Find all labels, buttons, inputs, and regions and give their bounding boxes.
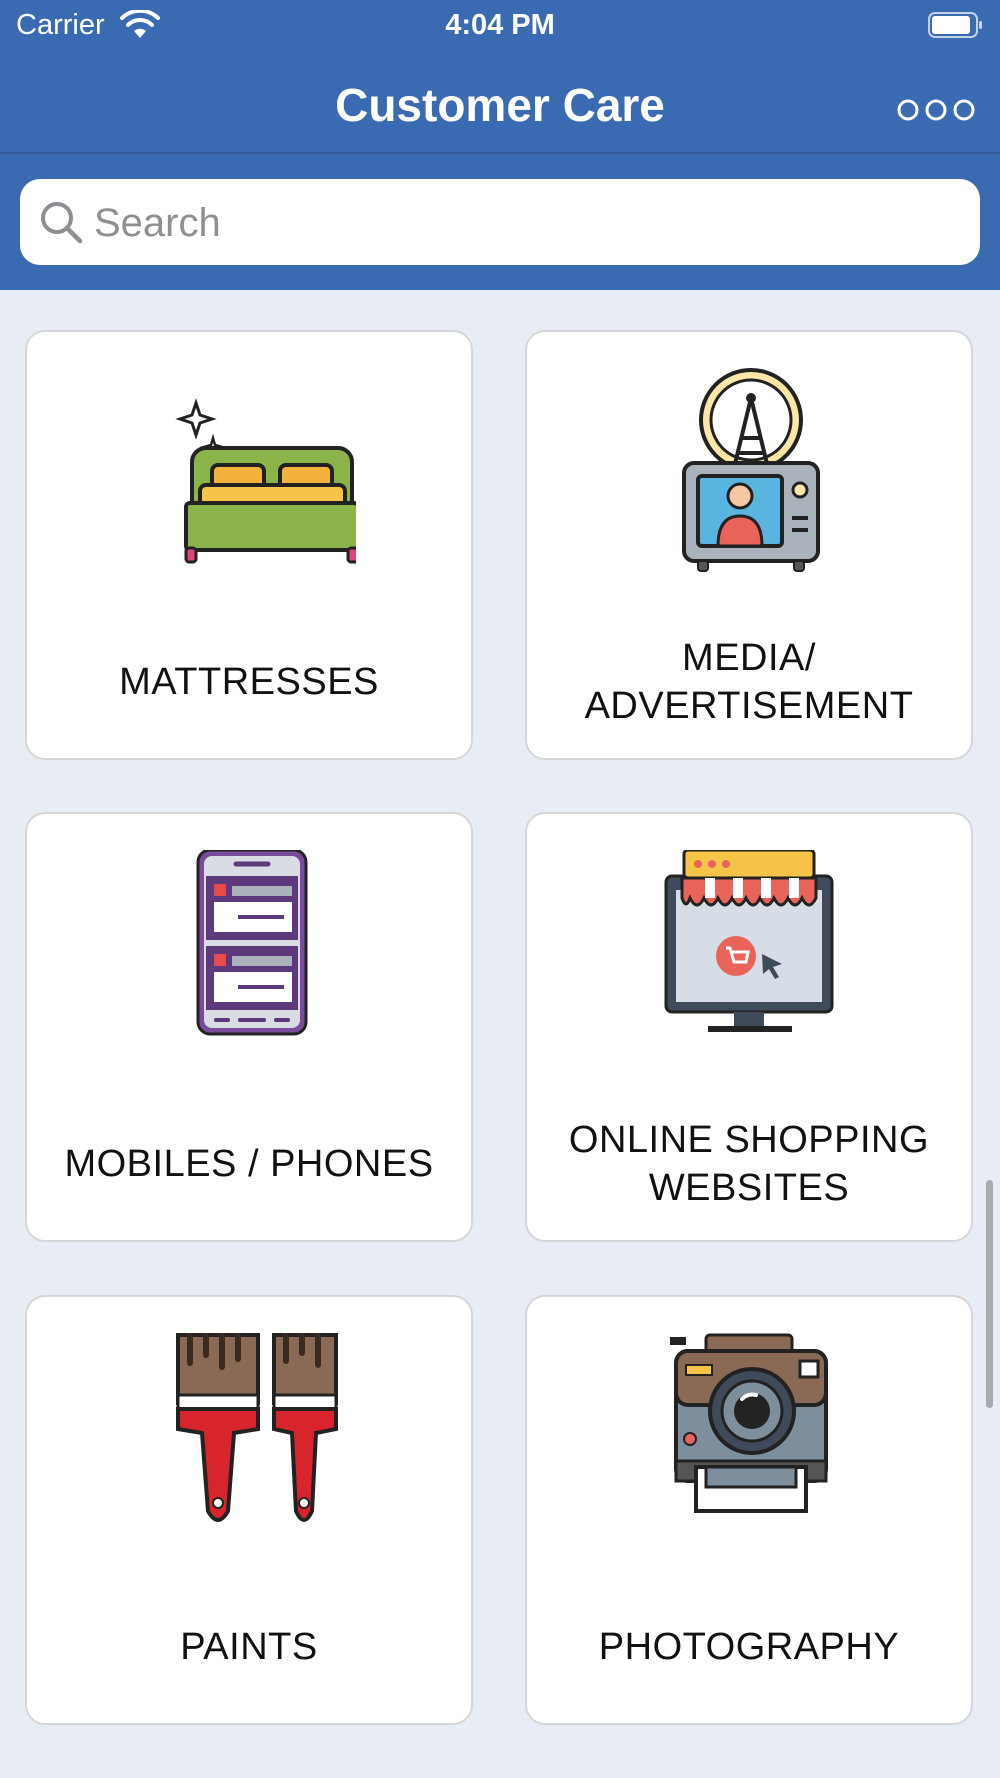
category-tile-paints[interactable]: PAINTS — [25, 1295, 473, 1725]
search-bar[interactable] — [20, 179, 980, 265]
paint-brushes-icon — [176, 1333, 338, 1522]
scroll-indicator[interactable] — [986, 1180, 993, 1408]
category-label: PHOTOGRAPHY — [598, 1626, 900, 1668]
category-tile-online-shopping[interactable]: ONLINE SHOPPING WEBSITES — [525, 812, 973, 1242]
category-tile-photography[interactable]: PHOTOGRAPHY — [525, 1295, 973, 1725]
category-label: PAINTS — [180, 1626, 318, 1668]
category-tile-mattresses[interactable]: MATTRESSES — [25, 330, 473, 760]
search-icon — [41, 202, 83, 244]
more-options-icon[interactable] — [896, 88, 976, 132]
status-bar: Carrier 4:04 PM — [0, 0, 1000, 50]
online-store-icon — [664, 850, 834, 1032]
page-title: Customer Care — [335, 79, 665, 131]
header: Carrier 4:04 PM Customer Care — [0, 0, 1000, 290]
mobile-phone-icon — [196, 850, 308, 1036]
category-label: ONLINE SHOPPING WEBSITES — [568, 1119, 930, 1209]
navigation-bar: Customer Care — [0, 60, 1000, 154]
category-tile-mobiles-phones[interactable]: MOBILES / PHONES — [25, 812, 473, 1242]
category-label: MATTRESSES — [119, 661, 379, 703]
status-time: 4:04 PM — [445, 9, 555, 41]
category-label: MEDIA/ ADVERTISEMENT — [584, 637, 914, 727]
battery-icon — [928, 12, 982, 38]
category-tile-media-advertisement[interactable]: MEDIA/ ADVERTISEMENT — [525, 330, 973, 760]
search-input[interactable] — [92, 193, 956, 253]
tv-antenna-icon — [682, 368, 820, 572]
category-label: MOBILES / PHONES — [64, 1143, 434, 1185]
camera-icon — [670, 1333, 828, 1513]
bed-icon — [175, 398, 356, 564]
